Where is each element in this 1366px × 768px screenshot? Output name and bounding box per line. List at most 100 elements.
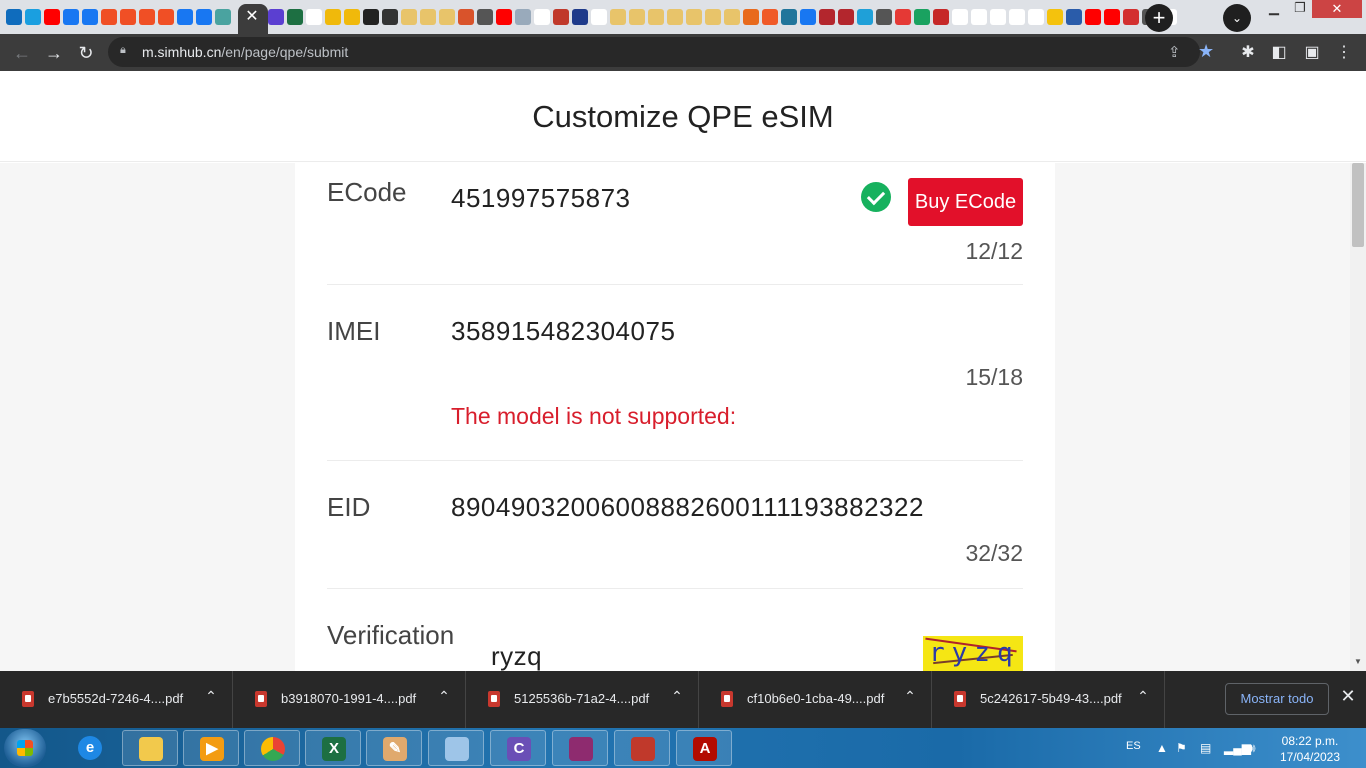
outlook-tab-icon[interactable] xyxy=(6,9,22,25)
share-icon[interactable]: ⇪ xyxy=(1168,43,1181,61)
imei-input[interactable]: 358915482304075 xyxy=(451,316,675,347)
s-tab-icon[interactable] xyxy=(458,9,474,25)
taskbar-app-explorer[interactable] xyxy=(122,730,178,766)
youtube-tab-icon[interactable] xyxy=(1085,9,1101,25)
facebook-tab-icon[interactable] xyxy=(196,9,212,25)
facebook-tab-icon[interactable] xyxy=(177,9,193,25)
s-blue-tab-icon[interactable] xyxy=(572,9,588,25)
lock-tab-icon[interactable] xyxy=(477,9,493,25)
coin-tab-icon[interactable] xyxy=(705,9,721,25)
amazon-tab-icon[interactable] xyxy=(1009,9,1025,25)
bookmark-star-icon[interactable]: ★ xyxy=(1198,41,1214,62)
extensions-icon[interactable]: ✱ xyxy=(1237,42,1259,62)
facebook-tab-icon[interactable] xyxy=(82,9,98,25)
minimize-icon[interactable]: ▁ xyxy=(1262,0,1286,18)
amazon-tab-icon[interactable] xyxy=(990,9,1006,25)
swoosh-tab-icon[interactable] xyxy=(762,9,778,25)
coin-tab-icon[interactable] xyxy=(401,9,417,25)
amazon-tab-icon[interactable] xyxy=(952,9,968,25)
taskbar-app-winrar[interactable] xyxy=(552,730,608,766)
shop-tab-icon[interactable] xyxy=(158,9,174,25)
reload-icon[interactable]: ↻ xyxy=(73,40,99,66)
taskbar-app-paint[interactable]: ✎ xyxy=(366,730,422,766)
window-close-icon[interactable]: ✕ xyxy=(1312,0,1362,18)
taskbar-app-notes[interactable] xyxy=(428,730,484,766)
amazon-tab-icon[interactable] xyxy=(971,9,987,25)
coin-tab-icon[interactable] xyxy=(610,9,626,25)
coin-tab-icon[interactable] xyxy=(724,9,740,25)
download-item[interactable]: 5c242617-5b49-43....pdf ⌃ xyxy=(932,671,1165,728)
close-downloads-icon[interactable]: ✕ xyxy=(1337,686,1359,707)
g-tab-icon[interactable] xyxy=(515,9,531,25)
att-tab-icon[interactable] xyxy=(25,9,41,25)
taskbar-app-codeblocks[interactable]: C xyxy=(490,730,546,766)
youtube-tab-icon[interactable] xyxy=(44,9,60,25)
facebook-tab-icon[interactable] xyxy=(63,9,79,25)
close-tab-icon[interactable]: ✕ xyxy=(241,7,263,27)
scroll-down-icon[interactable]: ▼ xyxy=(1352,657,1364,666)
network-icon[interactable]: ▂▄▆ xyxy=(1224,741,1251,755)
h-tab-icon[interactable] xyxy=(553,9,569,25)
e-tab-icon[interactable] xyxy=(895,9,911,25)
address-bar[interactable]: 🔒︎ m.simhub.cn/en/page/qpe/submit ⇪ ★ xyxy=(108,37,1214,67)
verification-input[interactable]: ryzq xyxy=(491,641,542,671)
coin-tab-icon[interactable] xyxy=(420,9,436,25)
orange-tab-icon[interactable] xyxy=(743,9,759,25)
coin-tab-icon[interactable] xyxy=(629,9,645,25)
menu-icon[interactable]: ⋮ xyxy=(1333,42,1355,62)
x-tab-icon[interactable] xyxy=(1066,9,1082,25)
youtube-tab-icon[interactable] xyxy=(1104,9,1120,25)
chevron-up-icon[interactable]: ⌃ xyxy=(436,688,452,705)
youtube-tab-icon[interactable] xyxy=(496,9,512,25)
taskbar-app-ie[interactable]: e xyxy=(62,730,116,766)
back-icon[interactable]: ← xyxy=(9,40,35,66)
chevron-up-icon[interactable]: ⌃ xyxy=(1135,688,1151,705)
tab-search-button[interactable]: ⌄ xyxy=(1223,4,1251,32)
amazon-tab-icon[interactable] xyxy=(1028,9,1044,25)
new-tab-button[interactable]: + xyxy=(1145,4,1173,32)
download-item[interactable]: b3918070-1991-4....pdf ⌃ xyxy=(233,671,466,728)
chevron-up-icon[interactable]: ⌃ xyxy=(669,688,685,705)
taskbar-app-toolbox[interactable] xyxy=(614,730,670,766)
show-hidden-icons-icon[interactable]: ▲ xyxy=(1156,741,1168,755)
shop-tab-icon[interactable] xyxy=(120,9,136,25)
start-button[interactable] xyxy=(4,729,46,767)
eid-input[interactable]: 89049032006008882600111193882322 xyxy=(451,492,924,523)
volume-icon[interactable]: 🔊︎ xyxy=(1248,741,1256,756)
profile-icon[interactable]: ▣ xyxy=(1301,42,1323,62)
binance-tab-icon[interactable] xyxy=(325,9,341,25)
side-panel-icon[interactable]: ◧ xyxy=(1268,42,1290,62)
cyan-tab-icon[interactable] xyxy=(857,9,873,25)
diamond-tab-icon[interactable] xyxy=(933,9,949,25)
taskbar-app-chrome[interactable] xyxy=(244,730,300,766)
taskbar-clock[interactable]: 08:22 p.m. 17/04/2023 xyxy=(1270,733,1350,765)
google-tab-icon[interactable] xyxy=(534,9,550,25)
shop-tab-icon[interactable] xyxy=(101,9,117,25)
lock-icon[interactable]: 🔒︎ xyxy=(120,44,134,60)
red-tab-icon[interactable] xyxy=(838,9,854,25)
ecode-input[interactable]: 451997575873 xyxy=(451,183,631,214)
google-tab-icon[interactable] xyxy=(306,9,322,25)
scrollbar-thumb[interactable] xyxy=(1352,163,1364,247)
taskbar-app-excel[interactable]: X xyxy=(305,730,361,766)
page-scrollbar[interactable]: ▼ xyxy=(1350,163,1366,671)
wordpress-tab-icon[interactable] xyxy=(781,9,797,25)
grid-tab-icon[interactable] xyxy=(215,9,231,25)
forward-icon[interactable]: → xyxy=(41,40,67,66)
maximize-icon[interactable]: ❐ xyxy=(1288,0,1312,18)
show-all-downloads-button[interactable]: Mostrar todo xyxy=(1225,683,1329,715)
coin-tab-icon[interactable] xyxy=(686,9,702,25)
lock-tab-icon[interactable] xyxy=(876,9,892,25)
shop-tab-icon[interactable] xyxy=(139,9,155,25)
taskbar-app-media[interactable]: ▶ xyxy=(183,730,239,766)
red-tab-icon[interactable] xyxy=(819,9,835,25)
coin-tab-icon[interactable] xyxy=(648,9,664,25)
red-box-tab-icon[interactable] xyxy=(1123,9,1139,25)
dark-tab-icon[interactable] xyxy=(363,9,379,25)
sc-tab-icon[interactable] xyxy=(382,9,398,25)
google-tab-icon[interactable] xyxy=(591,9,607,25)
buy-ecode-button[interactable]: Buy ECode xyxy=(908,178,1023,226)
download-item[interactable]: e7b5552d-7246-4....pdf ⌃ xyxy=(0,671,233,728)
excel-tab-icon[interactable] xyxy=(287,9,303,25)
url-text[interactable]: m.simhub.cn/en/page/qpe/submit xyxy=(142,44,348,60)
